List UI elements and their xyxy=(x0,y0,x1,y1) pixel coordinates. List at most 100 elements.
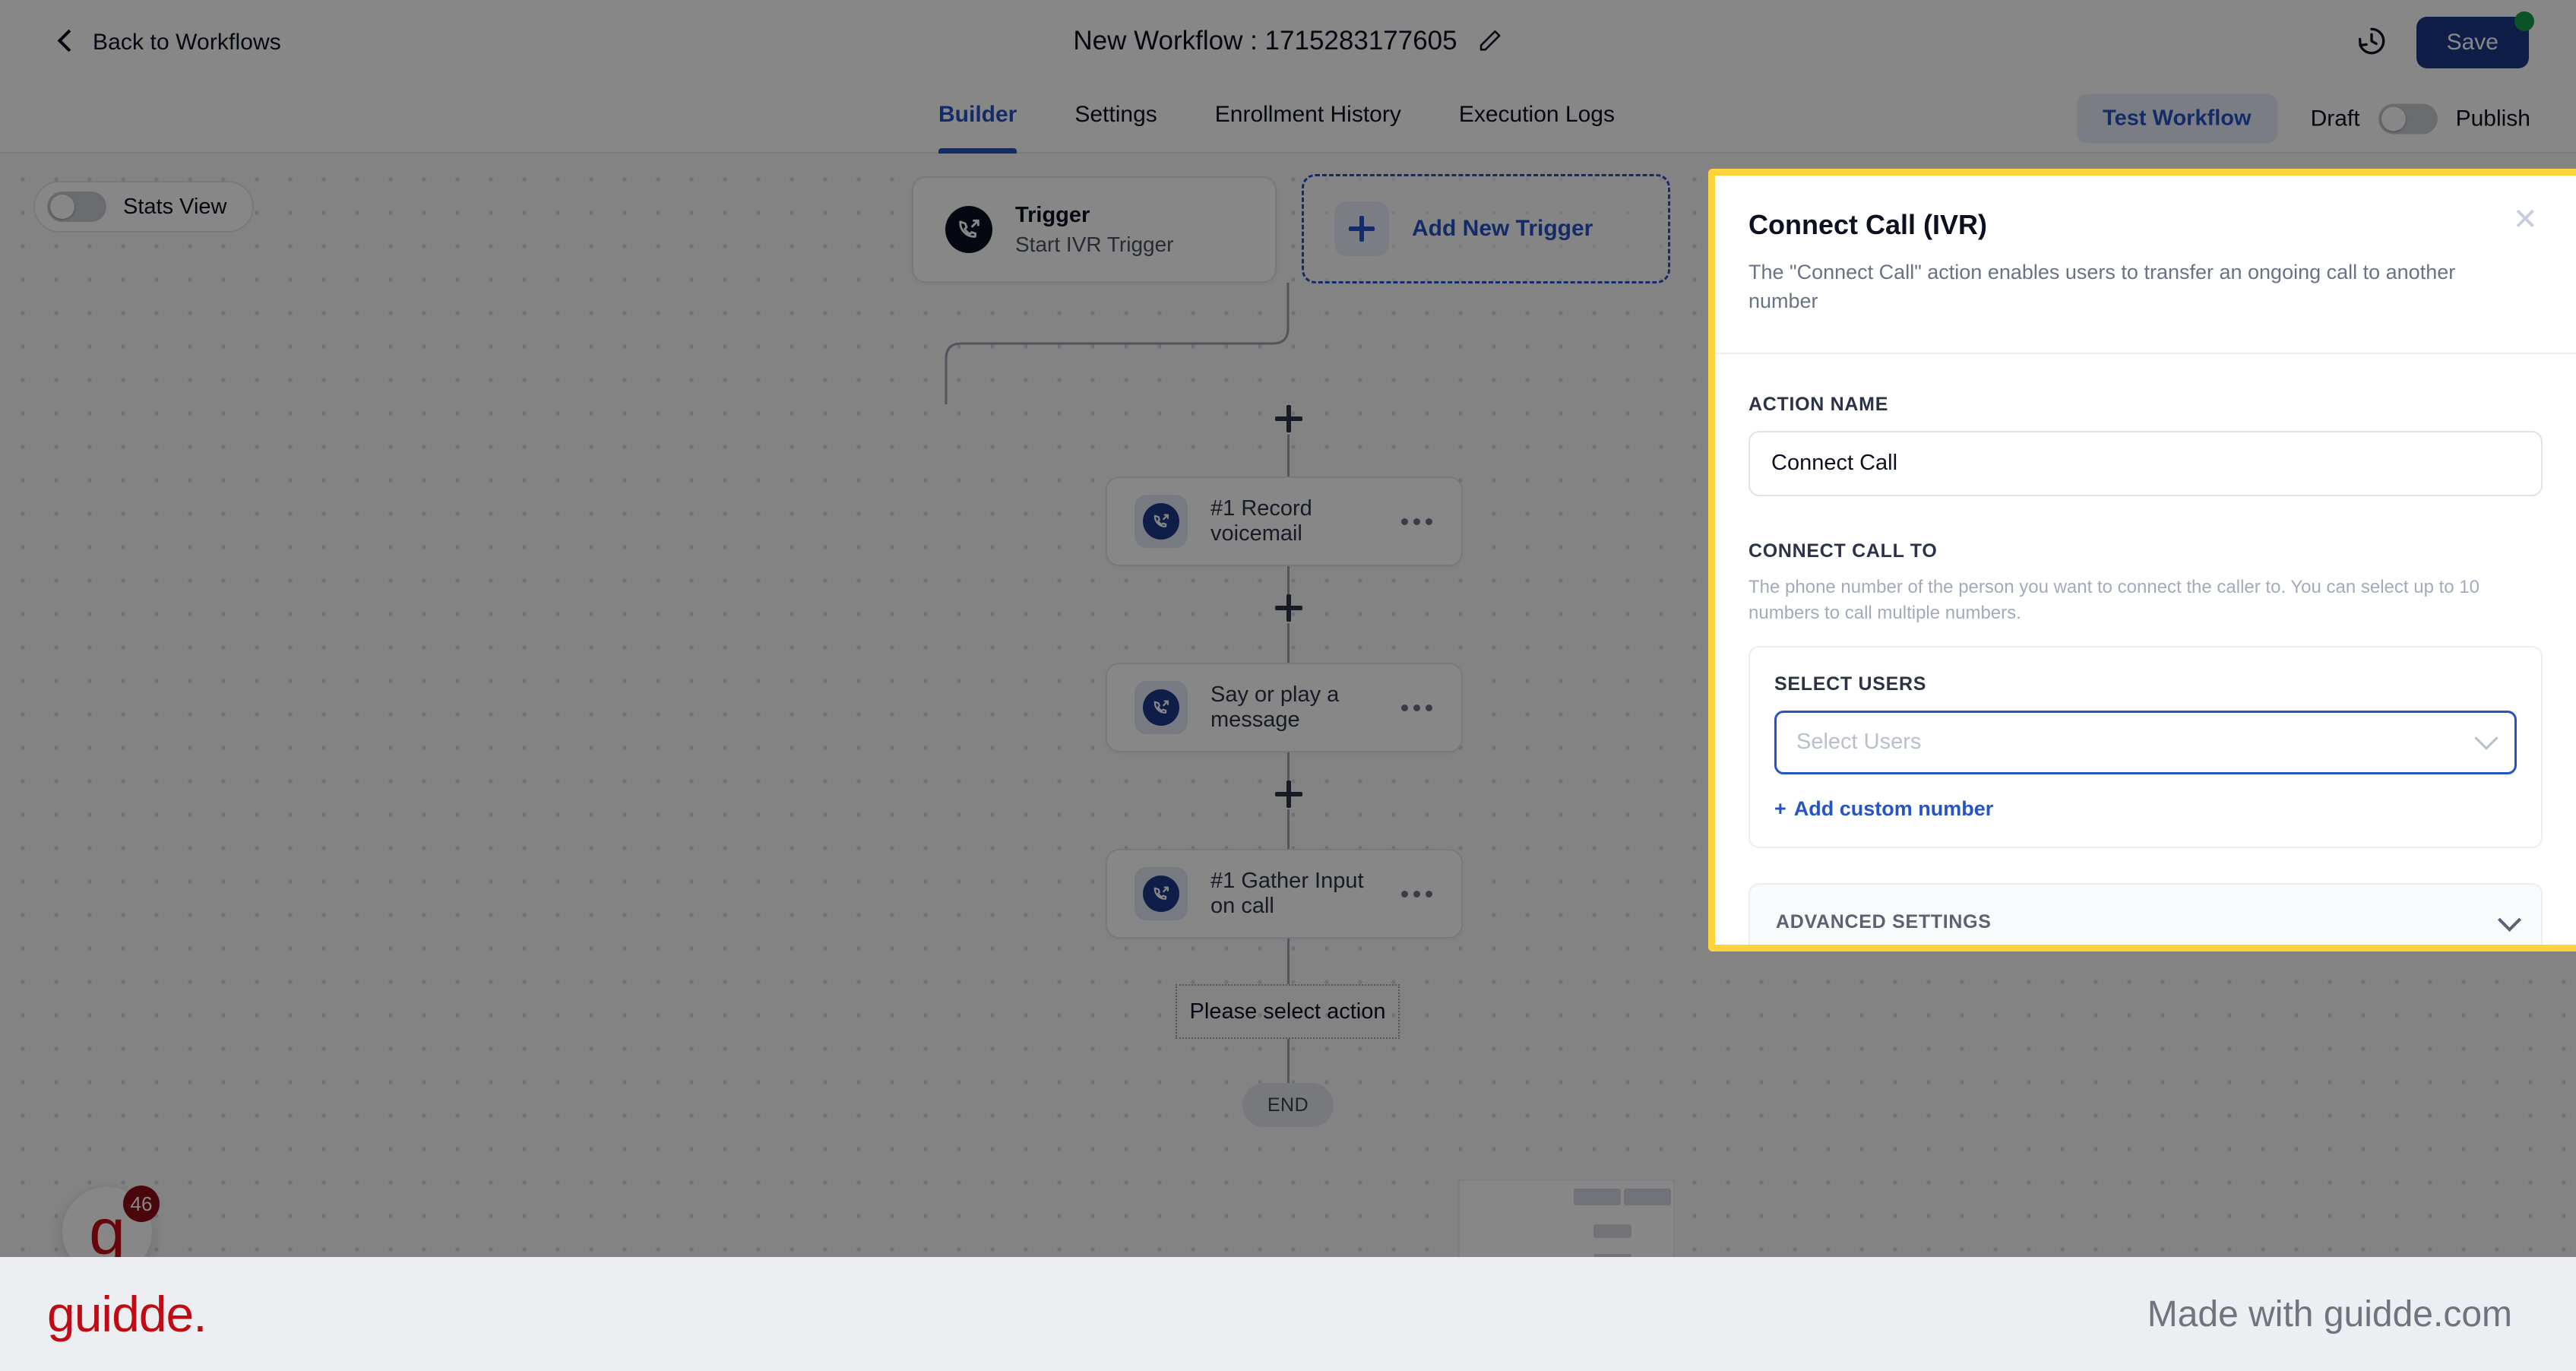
end-node-label: END xyxy=(1267,1094,1309,1116)
tab-execution-logs[interactable]: Execution Logs xyxy=(1430,85,1644,154)
action-node-label: #1 Gather Input on call xyxy=(1210,869,1364,918)
add-step-plus-3[interactable] xyxy=(1275,780,1302,808)
action-node-say-or-play-message[interactable]: Say or play a message xyxy=(1106,663,1463,752)
tab-bar: Builder Settings Enrollment History Exec… xyxy=(0,85,2576,154)
select-users-card: SELECT USERS Select Users + Add custom n… xyxy=(1748,645,2543,848)
panel-divider xyxy=(1715,352,2576,354)
stats-view-switch[interactable] xyxy=(47,192,106,222)
trigger-node[interactable]: Trigger Start IVR Trigger xyxy=(912,176,1277,283)
tab-bar-actions: Test Workflow Draft Publish xyxy=(2077,93,2530,144)
add-step-plus-1[interactable] xyxy=(1275,405,1302,432)
chevron-left-icon xyxy=(56,29,76,56)
end-node: END xyxy=(1242,1083,1334,1127)
phone-outgoing-icon xyxy=(1143,875,1179,912)
action-name-input[interactable] xyxy=(1748,430,2543,496)
select-users-placeholder: Select Users xyxy=(1796,730,1922,755)
trigger-node-title: Trigger xyxy=(1015,202,1090,227)
tab-execution-logs-label: Execution Logs xyxy=(1458,102,1615,127)
more-horizontal-icon[interactable] xyxy=(1400,883,1434,905)
connect-call-panel: Connect Call (IVR) ✕ The "Connect Call" … xyxy=(1708,169,2576,951)
connector-7 xyxy=(1287,1039,1290,1083)
connector-3 xyxy=(1287,623,1290,663)
more-horizontal-icon[interactable] xyxy=(1400,511,1434,533)
top-bar-actions: Save xyxy=(2356,11,2534,68)
action-icon-wrapper xyxy=(1135,867,1188,920)
select-users-dropdown[interactable]: Select Users xyxy=(1774,710,2517,774)
toggle-knob xyxy=(2381,106,2406,131)
save-status-badge xyxy=(2514,11,2534,31)
history-clock-icon[interactable] xyxy=(2356,25,2388,61)
add-custom-number-button[interactable]: + Add custom number xyxy=(1774,797,1993,821)
canvas-minimap[interactable] xyxy=(1458,1179,1675,1257)
panel-description: The "Connect Call" action enables users … xyxy=(1748,261,2456,313)
draft-publish-toggle[interactable] xyxy=(2378,103,2438,134)
close-icon[interactable]: ✕ xyxy=(2508,204,2543,235)
page-title: New Workflow : 1715283177605 xyxy=(1073,26,1457,55)
please-select-action-label: Please select action xyxy=(1189,999,1386,1024)
connect-call-to-group: CONNECT CALL TO The phone number of the … xyxy=(1748,540,2543,848)
guidde-bubble[interactable]: g 46 xyxy=(62,1186,160,1257)
tab-builder[interactable]: Builder xyxy=(910,85,1046,154)
publish-label: Publish xyxy=(2455,106,2530,131)
connector-1 xyxy=(1287,435,1290,477)
add-new-trigger-label: Add New Trigger xyxy=(1412,216,1593,241)
guidde-bubble-badge: 46 xyxy=(123,1186,160,1222)
connect-call-to-label: CONNECT CALL TO xyxy=(1748,540,1938,562)
tab-enrollment-history-label: Enrollment History xyxy=(1214,102,1401,127)
action-name-label: ACTION NAME xyxy=(1748,393,1889,415)
action-node-label: Say or play a message xyxy=(1210,682,1340,732)
connect-call-to-helper: The phone number of the person you want … xyxy=(1748,576,2479,623)
tab-enrollment-history[interactable]: Enrollment History xyxy=(1186,85,1430,154)
save-button[interactable]: Save xyxy=(2416,11,2534,68)
connector-5 xyxy=(1287,809,1290,849)
trigger-node-texts: Trigger Start IVR Trigger xyxy=(1015,203,1174,257)
plus-icon xyxy=(1334,201,1389,256)
action-node-gather-input-on-call[interactable]: #1 Gather Input on call xyxy=(1106,849,1463,939)
guidde-bubble-glyph: g xyxy=(89,1195,125,1257)
add-custom-number-label: Add custom number xyxy=(1793,796,1994,820)
action-node-label: #1 Record voicemail xyxy=(1210,496,1312,546)
action-node-record-voicemail[interactable]: #1 Record voicemail xyxy=(1106,477,1463,566)
top-bar: Back to Workflows New Workflow : 1715283… xyxy=(0,0,2576,85)
minimap-node xyxy=(1574,1189,1621,1205)
add-new-trigger-button[interactable]: Add New Trigger xyxy=(1302,174,1670,283)
back-to-workflows-button[interactable]: Back to Workflows xyxy=(56,29,281,56)
phone-outgoing-icon xyxy=(1143,689,1179,726)
minimap-node xyxy=(1624,1189,1671,1205)
tab-list: Builder Settings Enrollment History Exec… xyxy=(910,85,1644,154)
guidde-brand-bar: guidde. Made with guidde.com xyxy=(0,1257,2576,1371)
action-name-field-group: ACTION NAME xyxy=(1748,394,2543,496)
connect-call-panel-inner: Connect Call (IVR) ✕ The "Connect Call" … xyxy=(1715,176,2576,945)
trigger-elbow-connector xyxy=(945,283,1290,404)
test-workflow-button[interactable]: Test Workflow xyxy=(2077,93,2277,144)
back-to-workflows-label: Back to Workflows xyxy=(93,30,281,55)
stats-view-toggle[interactable]: Stats View xyxy=(33,181,255,233)
made-with-guidde-label: Made with guidde.com xyxy=(2147,1293,2512,1335)
action-icon-wrapper xyxy=(1135,681,1188,734)
draft-label: Draft xyxy=(2310,106,2360,131)
guidde-logo: guidde. xyxy=(47,1286,207,1342)
connector-6 xyxy=(1287,939,1290,984)
please-select-action-placeholder[interactable]: Please select action xyxy=(1176,984,1400,1039)
tab-settings[interactable]: Settings xyxy=(1046,85,1185,154)
workflow-title-group: New Workflow : 1715283177605 xyxy=(1073,26,1502,56)
save-button-label: Save xyxy=(2446,30,2498,55)
advanced-settings-label: ADVANCED SETTINGS xyxy=(1776,911,1992,933)
trigger-node-subtitle: Start IVR Trigger xyxy=(1015,232,1174,256)
add-step-plus-2[interactable] xyxy=(1275,594,1302,622)
plus-icon: + xyxy=(1774,796,1786,820)
chevron-down-icon xyxy=(2497,907,2522,932)
phone-outgoing-icon xyxy=(945,206,992,253)
chevron-down-icon xyxy=(2474,726,2498,750)
stats-view-label: Stats View xyxy=(123,194,227,219)
tab-builder-label: Builder xyxy=(938,102,1017,127)
select-users-label: SELECT USERS xyxy=(1774,673,1927,695)
more-horizontal-icon[interactable] xyxy=(1400,697,1434,719)
minimap-node xyxy=(1593,1224,1631,1238)
pencil-icon[interactable] xyxy=(1477,28,1503,54)
screenshot-root: Back to Workflows New Workflow : 1715283… xyxy=(0,0,2576,1371)
draft-publish-group: Draft Publish xyxy=(2311,103,2530,134)
tab-settings-label: Settings xyxy=(1074,102,1157,127)
panel-header: Connect Call (IVR) ✕ xyxy=(1748,204,2543,241)
advanced-settings-accordion[interactable]: ADVANCED SETTINGS xyxy=(1748,882,2543,945)
